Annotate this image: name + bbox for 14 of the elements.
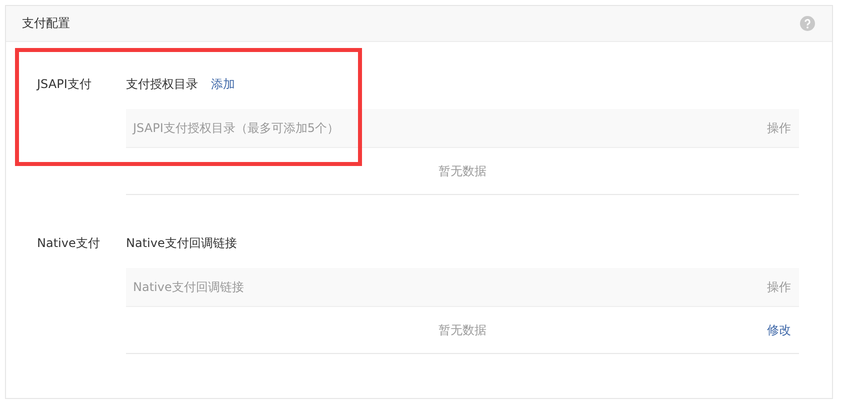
add-link[interactable]: 添加 <box>211 76 235 92</box>
section-heading: Native支付回调链接 <box>126 234 237 252</box>
section-label: Native支付 <box>36 235 101 252</box>
empty-text: 暂无数据 <box>438 322 486 338</box>
panel-title: 支付配置 <box>22 15 70 32</box>
empty-text: 暂无数据 <box>438 162 486 180</box>
section-label: JSAPI支付 <box>35 76 92 93</box>
column-header: JSAPI支付授权目录（最多可添加5个） <box>133 120 339 136</box>
column-header: 操作 <box>767 278 791 296</box>
help-icon[interactable] <box>800 16 815 31</box>
column-header: Native支付回调链接 <box>133 278 244 296</box>
edit-link[interactable]: 修改 <box>767 322 791 338</box>
section-heading: 支付授权目录 <box>126 76 198 92</box>
column-header: 操作 <box>767 120 791 136</box>
